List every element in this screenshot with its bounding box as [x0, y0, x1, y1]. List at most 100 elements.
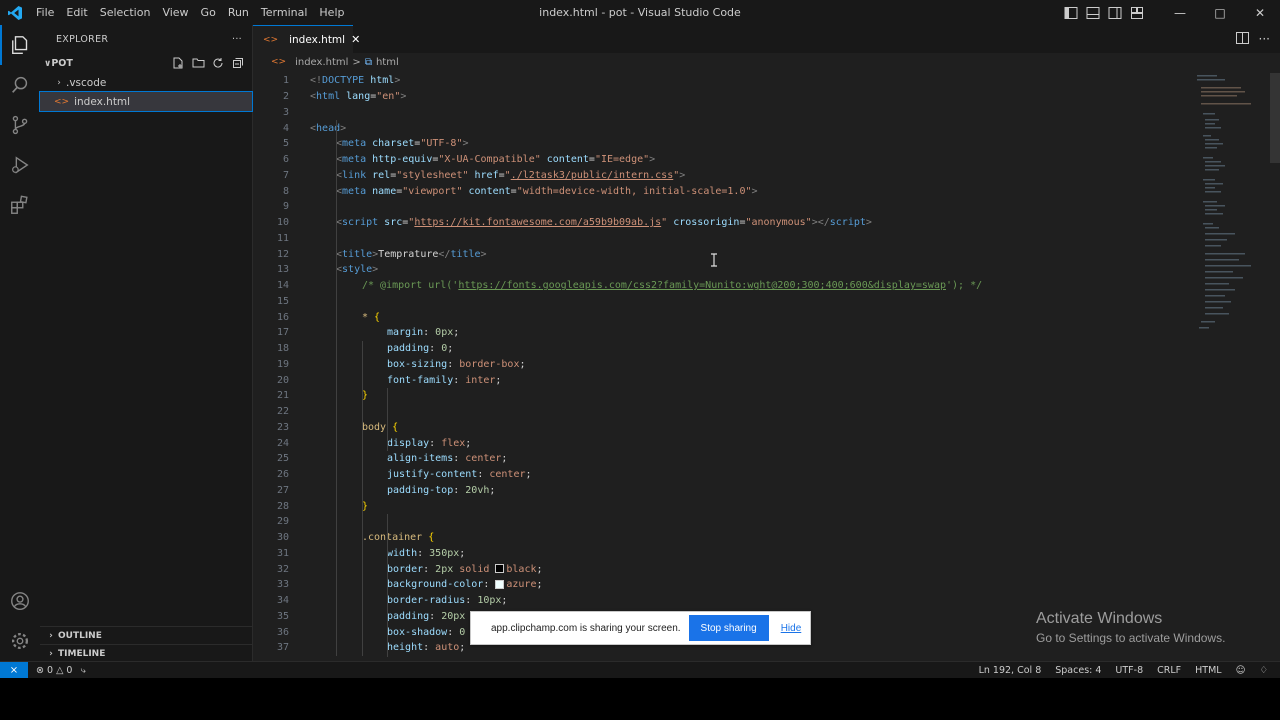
explorer-more-actions-icon[interactable]: ··· [232, 34, 242, 45]
vscode-logo-icon[interactable] [0, 0, 30, 25]
stop-sharing-button[interactable]: Stop sharing [688, 615, 769, 641]
breadcrumb-node[interactable]: html [376, 57, 399, 68]
code-line: 10 <script src="https://kit.fontawesome.c… [276, 217, 872, 229]
source-control-icon[interactable] [0, 105, 40, 145]
tab-bar: <> index.html ✕ ··· [253, 25, 1280, 53]
code-line: 27 padding-top: 20vh; [276, 484, 496, 496]
notifications-bell-icon[interactable]: ♢ [1259, 665, 1268, 676]
activate-windows-watermark: Activate Windows Go to Settings to activ… [1036, 610, 1226, 645]
chevron-right-icon: › [49, 630, 53, 641]
menu-selection[interactable]: Selection [94, 0, 157, 25]
menu-file[interactable]: File [30, 0, 60, 25]
menu-help[interactable]: Help [313, 0, 350, 25]
workspace-root[interactable]: ∨POT [40, 53, 252, 73]
close-tab-icon[interactable]: ✕ [351, 33, 360, 46]
html-file-icon: <> [263, 34, 279, 45]
refresh-icon[interactable] [210, 56, 226, 70]
toggle-secondary-sidebar-icon[interactable] [1108, 6, 1124, 20]
toggle-panel-icon[interactable] [1086, 6, 1102, 20]
outline-section[interactable]: › OUTLINE [40, 626, 252, 644]
tab-index-html[interactable]: <> index.html ✕ [253, 25, 360, 53]
code-line: 32 border: 2px solid black; [276, 563, 543, 575]
manage-gear-icon[interactable] [0, 621, 40, 661]
code-line: 31 width: 350px; [276, 547, 466, 559]
vscode-window: File Edit Selection View Go Run Terminal… [0, 0, 1280, 678]
minimap[interactable] [1193, 73, 1253, 353]
code-line: 17 margin: 0px; [276, 327, 460, 339]
menu-bar: File Edit Selection View Go Run Terminal… [30, 0, 350, 25]
warning-icon: △ [56, 664, 64, 676]
color-swatch-black[interactable] [495, 564, 505, 574]
code-line: 33 background-color: azure; [276, 579, 543, 591]
tree-item-index-html[interactable]: <> index.html [39, 91, 253, 112]
remote-indicator-icon[interactable]: ⨯ [0, 661, 28, 678]
indentation[interactable]: Spaces: 4 [1055, 665, 1101, 676]
code-line: 21} [276, 390, 369, 402]
breadcrumb-file[interactable]: index.html [295, 57, 348, 68]
code-line: 16 * { [276, 311, 381, 323]
run-debug-icon[interactable] [0, 145, 40, 185]
code-line: 34 border-radius: 10px; [276, 595, 508, 607]
ports-icon[interactable]: ⤷ [80, 665, 85, 676]
code-line: 28} [276, 500, 369, 512]
code-line: 4 <head> [282, 122, 347, 134]
customize-layout-icon[interactable] [1130, 6, 1146, 20]
code-line: 22 [276, 406, 289, 418]
tree-item-vscode[interactable]: › .vscode [40, 73, 252, 92]
tree-item-label: index.html [74, 95, 131, 108]
code-line: 7 <link rel="stylesheet" href="./l2task3/… [282, 169, 686, 181]
tree-item-label: .vscode [66, 76, 107, 89]
editor-scrollbar[interactable] [1270, 73, 1280, 163]
code-line: 5 <meta charset="UTF-8"> [282, 138, 469, 150]
text-cursor-icon [711, 253, 717, 267]
element-symbol-icon: ⧉ [364, 56, 372, 68]
code-line: 25 align-items: center; [276, 453, 508, 465]
minimize-icon[interactable]: — [1160, 0, 1200, 25]
feedback-icon[interactable]: ☺ [1236, 665, 1246, 676]
menu-run[interactable]: Run [222, 0, 255, 25]
language-mode[interactable]: HTML [1195, 665, 1221, 676]
encoding[interactable]: UTF-8 [1115, 665, 1143, 676]
split-editor-icon[interactable] [1235, 31, 1249, 47]
cursor-position[interactable]: Ln 192, Col 8 [979, 665, 1042, 676]
code-line: 26 justify-content: center; [276, 469, 532, 481]
extensions-icon[interactable] [0, 185, 40, 225]
color-swatch-azure[interactable] [495, 579, 505, 589]
code-area[interactable]: 1 <!DOCTYPE html> 2 <html lang="en"> 3 4 <h… [253, 73, 1193, 657]
more-actions-icon[interactable]: ··· [1259, 32, 1270, 46]
explorer-title: EXPLORER [56, 33, 109, 45]
close-window-icon[interactable]: ✕ [1240, 0, 1280, 25]
code-line: 13 <style> [276, 264, 379, 276]
menu-go[interactable]: Go [195, 0, 222, 25]
code-line: 14/* @import url('https://fonts.googleap… [276, 280, 983, 292]
explorer-sidebar: EXPLORER ··· ∨POT › .vscode <> index.htm… [39, 25, 253, 662]
code-line: 6 <meta http-equiv="X-UA-Compatible" cont… [282, 154, 656, 166]
title-bar: File Edit Selection View Go Run Terminal… [0, 0, 1280, 25]
code-line: 9 [282, 201, 289, 213]
code-line: 30 .container { [276, 532, 435, 544]
menu-view[interactable]: View [156, 0, 194, 25]
html-file-icon: <> [271, 57, 287, 67]
problems-indicator[interactable]: ⊗ 0 △ 0 [36, 665, 72, 676]
end-of-line[interactable]: CRLF [1157, 665, 1181, 676]
search-icon[interactable] [0, 65, 40, 105]
maximize-icon[interactable]: □ [1200, 0, 1240, 25]
code-line: 2 <html lang="en"> [282, 91, 407, 103]
code-line: 24 display: flex; [276, 437, 472, 449]
explorer-icon[interactable] [0, 25, 40, 65]
chevron-right-icon: › [57, 77, 61, 88]
menu-terminal[interactable]: Terminal [255, 0, 314, 25]
timeline-section[interactable]: › TIMELINE [40, 644, 252, 662]
error-icon: ⊗ [36, 664, 44, 676]
new-folder-icon[interactable] [190, 56, 206, 70]
tab-label: index.html [289, 33, 346, 46]
menu-edit[interactable]: Edit [60, 0, 93, 25]
accounts-icon[interactable] [0, 581, 40, 621]
html-file-icon: <> [54, 96, 70, 107]
new-file-icon[interactable] [170, 56, 186, 70]
collapse-all-icon[interactable] [230, 56, 246, 70]
code-line: 18 padding: 0; [276, 343, 454, 355]
toggle-primary-sidebar-icon[interactable] [1064, 6, 1080, 20]
hide-share-bar-link[interactable]: Hide [781, 623, 802, 634]
editor-group: <> index.html ✕ ··· <> index.html > ⧉ ht… [253, 25, 1280, 661]
